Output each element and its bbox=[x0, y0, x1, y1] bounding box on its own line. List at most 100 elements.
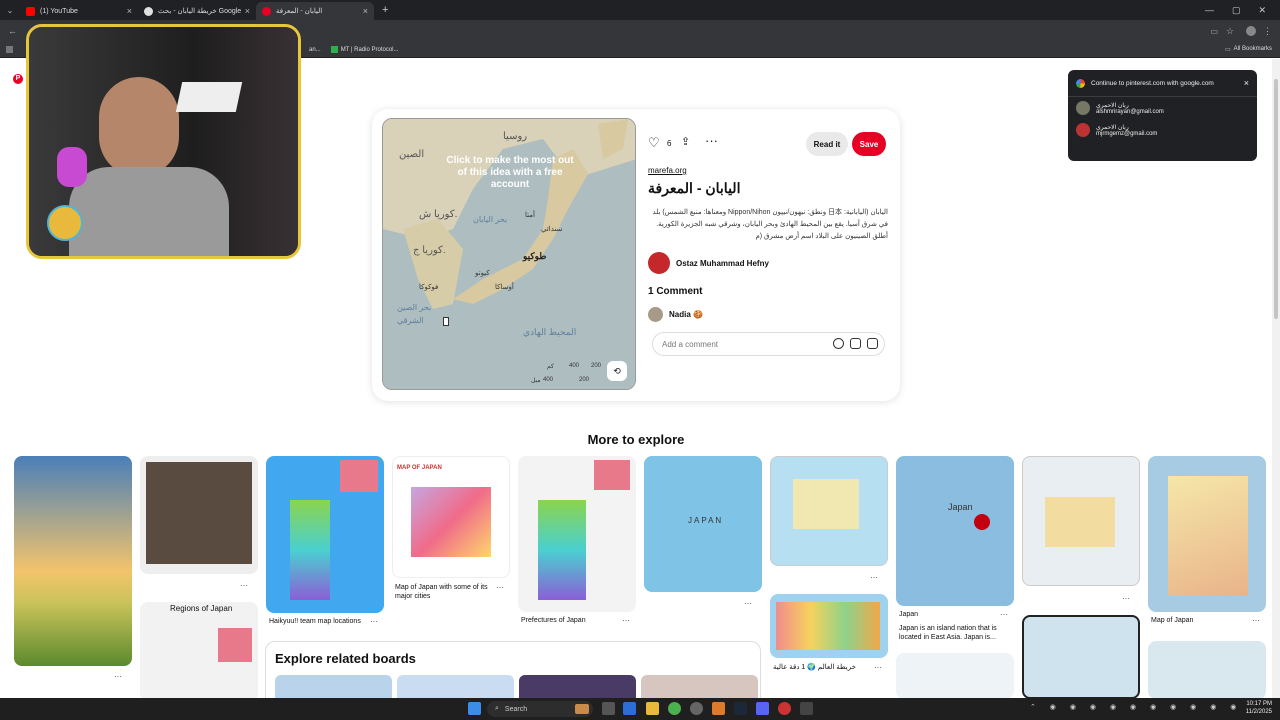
read-it-button[interactable]: Read it bbox=[806, 132, 848, 156]
tab-search-icon[interactable]: ⌄ bbox=[0, 6, 20, 15]
copilot-icon[interactable] bbox=[623, 702, 636, 715]
sticker-icon[interactable] bbox=[850, 338, 861, 349]
obs-icon[interactable] bbox=[690, 702, 703, 715]
tile-title[interactable]: Map of Japan bbox=[1151, 616, 1193, 625]
pin-tile[interactable] bbox=[770, 594, 888, 658]
share-icon[interactable]: ⇪ bbox=[681, 135, 690, 148]
pin-tile[interactable] bbox=[266, 456, 384, 613]
more-options-icon[interactable]: ··· bbox=[874, 663, 882, 672]
channel-logo bbox=[47, 205, 83, 241]
pin-tile[interactable] bbox=[1022, 615, 1140, 699]
profile-icon[interactable] bbox=[1246, 26, 1256, 36]
more-options-icon[interactable]: ··· bbox=[1252, 616, 1260, 625]
tab-pinterest[interactable]: اليابان - المعرفة × bbox=[256, 2, 374, 20]
more-options-icon[interactable]: ··· bbox=[240, 581, 248, 590]
account-name: ريان الاحمري bbox=[1096, 102, 1129, 109]
close-icon[interactable]: × bbox=[363, 6, 368, 16]
image-icon[interactable] bbox=[867, 338, 878, 349]
tile-map-title: JAPAN bbox=[688, 516, 724, 525]
pin-tile[interactable] bbox=[896, 653, 1014, 699]
star-icon[interactable]: ☆ bbox=[1226, 26, 1234, 37]
minimize-icon[interactable]: — bbox=[1205, 5, 1214, 16]
tile-caption[interactable]: Haikyuu!! team map locations bbox=[269, 617, 361, 626]
tab-youtube[interactable]: (1) YouTube × bbox=[20, 2, 138, 20]
discord-icon[interactable] bbox=[756, 702, 769, 715]
pin-tile[interactable] bbox=[770, 456, 888, 566]
pin-tile[interactable]: Japan bbox=[896, 456, 1014, 606]
pin-tile[interactable]: JAPAN bbox=[644, 456, 762, 592]
more-options-icon[interactable]: ··· bbox=[705, 133, 718, 148]
scrollbar-thumb[interactable] bbox=[1274, 79, 1278, 319]
chrome-icon[interactable] bbox=[668, 702, 681, 715]
youtube-icon bbox=[26, 6, 35, 16]
menu-icon[interactable]: ⋮ bbox=[1263, 26, 1272, 37]
tile-caption[interactable]: Map of Japan with some of its major citi… bbox=[395, 583, 495, 601]
pin-tile[interactable]: Regions of Japan bbox=[140, 602, 258, 699]
pin-tile[interactable] bbox=[14, 456, 132, 666]
bookmark-item[interactable]: MT | Radio Protocol... bbox=[330, 46, 399, 53]
signup-overlay-text[interactable]: Click to make the most out of this idea … bbox=[443, 155, 577, 191]
pin-tile[interactable] bbox=[518, 456, 636, 612]
emoji-icon[interactable] bbox=[833, 338, 844, 349]
search-label: Search bbox=[504, 705, 528, 713]
tile-caption[interactable]: Prefectures of Japan bbox=[521, 616, 586, 625]
all-bookmarks[interactable]: ▭ All Bookmarks bbox=[1225, 46, 1272, 53]
webcam-overlay bbox=[26, 24, 301, 259]
app-icon[interactable] bbox=[778, 702, 791, 715]
tile-map-title: MAP OF JAPAN bbox=[397, 465, 442, 471]
file-explorer-icon[interactable] bbox=[646, 702, 659, 715]
save-button[interactable]: Save bbox=[852, 132, 886, 156]
taskbar-clock[interactable]: 10:17 PM 11/2/2025 bbox=[1246, 700, 1272, 716]
more-options-icon[interactable]: ··· bbox=[1000, 610, 1008, 619]
board-thumbnail[interactable] bbox=[397, 675, 514, 699]
pin-tile[interactable] bbox=[1148, 641, 1266, 699]
maximize-icon[interactable]: ▢ bbox=[1232, 5, 1241, 16]
steam-icon[interactable] bbox=[734, 702, 747, 715]
terminal-icon[interactable] bbox=[800, 702, 813, 715]
bookmark-item[interactable]: an... bbox=[309, 47, 321, 53]
more-options-icon[interactable]: ··· bbox=[496, 583, 504, 592]
source-link[interactable]: marefa.org bbox=[648, 166, 687, 175]
app-icon[interactable] bbox=[712, 702, 725, 715]
apps-icon[interactable] bbox=[6, 46, 13, 53]
visual-search-icon[interactable]: ⟲ bbox=[607, 361, 627, 381]
commenter-name[interactable]: Nadia 🍪 bbox=[669, 310, 703, 319]
back-icon[interactable]: ← bbox=[8, 26, 17, 36]
tile-title[interactable]: Japan bbox=[899, 610, 918, 619]
pinterest-logo[interactable]: P bbox=[13, 74, 23, 84]
close-icon[interactable]: × bbox=[1244, 78, 1249, 88]
more-options-icon[interactable]: ··· bbox=[622, 616, 630, 625]
account-option[interactable]: ريان الاحمري alshmrirayan@gmail.com bbox=[1068, 97, 1257, 119]
board-thumbnail[interactable] bbox=[641, 675, 758, 699]
pin-tile[interactable]: MAP OF JAPAN bbox=[392, 456, 510, 578]
heart-icon[interactable]: ♡ bbox=[648, 135, 660, 151]
pin-author[interactable]: Ostaz Muhammad Hefny bbox=[648, 252, 769, 274]
tile-caption[interactable]: خريطة العالم 🌍 1 دقة عالية bbox=[773, 663, 856, 672]
pin-tile[interactable] bbox=[140, 456, 258, 574]
account-name: ريان الاحمري bbox=[1096, 124, 1129, 131]
cast-icon[interactable]: ▭ bbox=[1210, 27, 1218, 36]
close-icon[interactable]: × bbox=[127, 6, 132, 16]
more-options-icon[interactable]: ··· bbox=[114, 672, 122, 681]
comment-input[interactable]: Add a comment bbox=[652, 332, 885, 356]
pin-tile[interactable] bbox=[1022, 456, 1140, 586]
system-tray[interactable]: ⌃ ◉ ◉ ◉ ◉ ◉ ◉ ◉ ◉ ◉ ◉ bbox=[1030, 703, 1242, 711]
more-options-icon[interactable]: ··· bbox=[870, 573, 878, 582]
close-window-icon[interactable]: ✕ bbox=[1258, 5, 1266, 16]
pin-tile[interactable] bbox=[1148, 456, 1266, 612]
close-icon[interactable]: × bbox=[245, 6, 250, 16]
tab-google-search[interactable]: خريطة اليابان - بحث Google × bbox=[138, 2, 256, 20]
comment-item: Nadia 🍪 bbox=[648, 307, 703, 322]
task-view-icon[interactable] bbox=[602, 702, 615, 715]
account-option[interactable]: ريان الاحمري mjrmgemz@gmail.com bbox=[1068, 119, 1257, 141]
pin-image[interactable]: روسيا الصين كوريا ش. كوريا ج. بحر اليابا… bbox=[382, 118, 636, 390]
more-options-icon[interactable]: ··· bbox=[370, 617, 378, 626]
windows-start-icon[interactable] bbox=[468, 702, 481, 715]
new-tab-button[interactable]: + bbox=[382, 4, 388, 16]
page-scrollbar[interactable] bbox=[1272, 59, 1280, 698]
taskbar-search[interactable]: ⌕ Search bbox=[487, 701, 593, 717]
board-thumbnail[interactable] bbox=[519, 675, 636, 699]
more-options-icon[interactable]: ··· bbox=[1122, 594, 1130, 603]
board-thumbnail[interactable] bbox=[275, 675, 392, 699]
more-options-icon[interactable]: ··· bbox=[744, 599, 752, 608]
